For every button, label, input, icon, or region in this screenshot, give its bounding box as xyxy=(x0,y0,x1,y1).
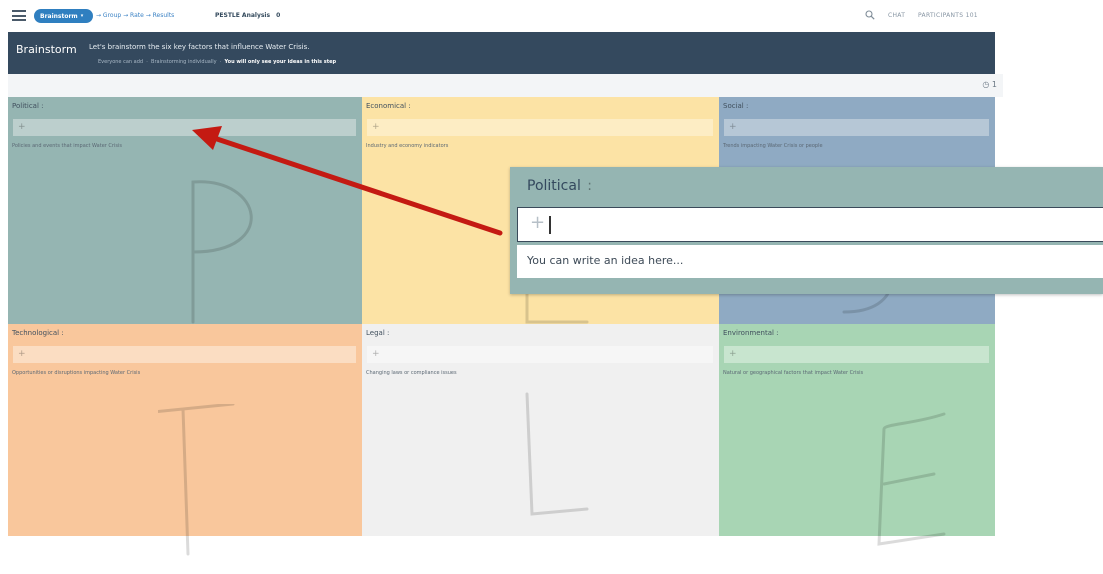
zoom-placeholder: You can write an idea here... xyxy=(517,245,1103,278)
zoom-title-label: Political xyxy=(527,178,581,194)
zoom-idea-input[interactable]: + xyxy=(517,207,1103,242)
plus-icon: + xyxy=(530,212,546,233)
zoom-callout-political: Political : + You can write an idea here… xyxy=(510,167,1103,294)
zoom-title-suffix: : xyxy=(587,178,593,194)
zoom-title: Political : xyxy=(527,178,592,194)
text-caret xyxy=(549,216,551,234)
